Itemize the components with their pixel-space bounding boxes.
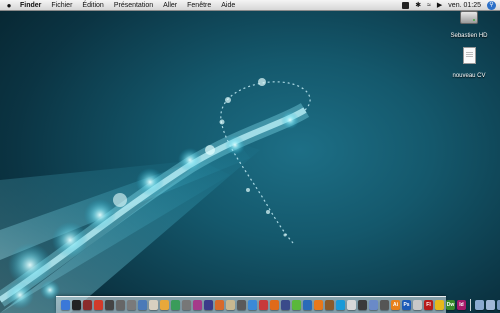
app-icon[interactable] <box>435 300 444 310</box>
photo-booth-icon[interactable] <box>105 300 114 310</box>
desktop-icon-label: nouveau CV <box>452 73 486 79</box>
app-icon[interactable] <box>193 300 202 310</box>
menu-clock[interactable]: ven. 01:25 <box>448 0 481 11</box>
desktop: ● Finder Fichier Édition Présentation Al… <box>0 0 500 313</box>
desktop-icon-label: Sebastien HD <box>450 33 488 39</box>
menu-bar: ● Finder Fichier Édition Présentation Al… <box>0 0 500 11</box>
app-icon[interactable] <box>204 300 213 310</box>
app-icon[interactable] <box>160 300 169 310</box>
app-icon[interactable] <box>292 300 301 310</box>
downloads-stack-icon[interactable] <box>475 300 484 310</box>
desktop-icon-hard-drive[interactable]: Sebastien HD <box>441 11 497 42</box>
firefox-icon[interactable] <box>314 300 323 310</box>
dock: Ai Ps Fl Dw Id <box>56 296 500 313</box>
document-icon <box>462 47 476 64</box>
illustrator-icon[interactable]: Ai <box>391 300 400 310</box>
wallpaper-light-swirl <box>0 78 311 313</box>
app-icon[interactable] <box>116 300 125 310</box>
skype-icon[interactable] <box>336 300 345 310</box>
app-icon[interactable] <box>83 300 92 310</box>
app-icon[interactable] <box>281 300 290 310</box>
volume-icon[interactable]: ▶ <box>437 0 442 11</box>
app-icon[interactable] <box>215 300 224 310</box>
dashboard-icon[interactable] <box>72 300 81 310</box>
finder-icon[interactable] <box>61 300 70 310</box>
status-menu-icon[interactable] <box>402 2 410 9</box>
safari-icon[interactable] <box>248 300 257 310</box>
app-icon[interactable] <box>127 300 136 310</box>
dock-separator <box>470 299 471 311</box>
app-icon[interactable] <box>380 300 389 310</box>
app-icon[interactable] <box>237 300 246 310</box>
app-icon[interactable] <box>94 300 103 310</box>
desktop-icon-document[interactable]: nouveau CV <box>441 47 497 82</box>
app-icon[interactable] <box>171 300 180 310</box>
app-icon[interactable] <box>369 300 378 310</box>
indesign-icon[interactable]: Id <box>457 300 466 310</box>
dreamweaver-icon[interactable]: Dw <box>446 300 455 310</box>
hard-drive-icon <box>460 11 478 24</box>
flash-icon[interactable]: Fl <box>424 300 433 310</box>
menu-fichier[interactable]: Fichier <box>46 0 77 11</box>
app-icon[interactable] <box>325 300 334 310</box>
spotlight-icon[interactable]: ⚲ <box>487 1 496 10</box>
menu-extras: ✱ ≈ ▶ ven. 01:25 ⚲ <box>402 0 496 11</box>
app-icon[interactable] <box>270 300 279 310</box>
documents-stack-icon[interactable] <box>486 300 495 310</box>
wifi-icon[interactable]: ≈ <box>427 0 431 11</box>
app-icon[interactable] <box>138 300 147 310</box>
app-icon[interactable] <box>358 300 367 310</box>
apple-icon[interactable]: ● <box>3 0 15 11</box>
menu-presentation[interactable]: Présentation <box>109 0 158 11</box>
menu-aller[interactable]: Aller <box>158 0 182 11</box>
menu-finder[interactable]: Finder <box>15 0 46 11</box>
app-icon[interactable] <box>347 300 356 310</box>
bluetooth-icon[interactable]: ✱ <box>415 0 421 11</box>
app-icon[interactable] <box>182 300 191 310</box>
app-icon[interactable] <box>259 300 268 310</box>
photoshop-icon[interactable]: Ps <box>402 300 411 310</box>
menu-fenetre[interactable]: Fenêtre <box>182 0 216 11</box>
app-icon[interactable] <box>413 300 422 310</box>
app-icon[interactable] <box>303 300 312 310</box>
menu-aide[interactable]: Aide <box>216 0 240 11</box>
app-icon[interactable] <box>226 300 235 310</box>
app-icon[interactable] <box>149 300 158 310</box>
menu-edition[interactable]: Édition <box>77 0 108 11</box>
